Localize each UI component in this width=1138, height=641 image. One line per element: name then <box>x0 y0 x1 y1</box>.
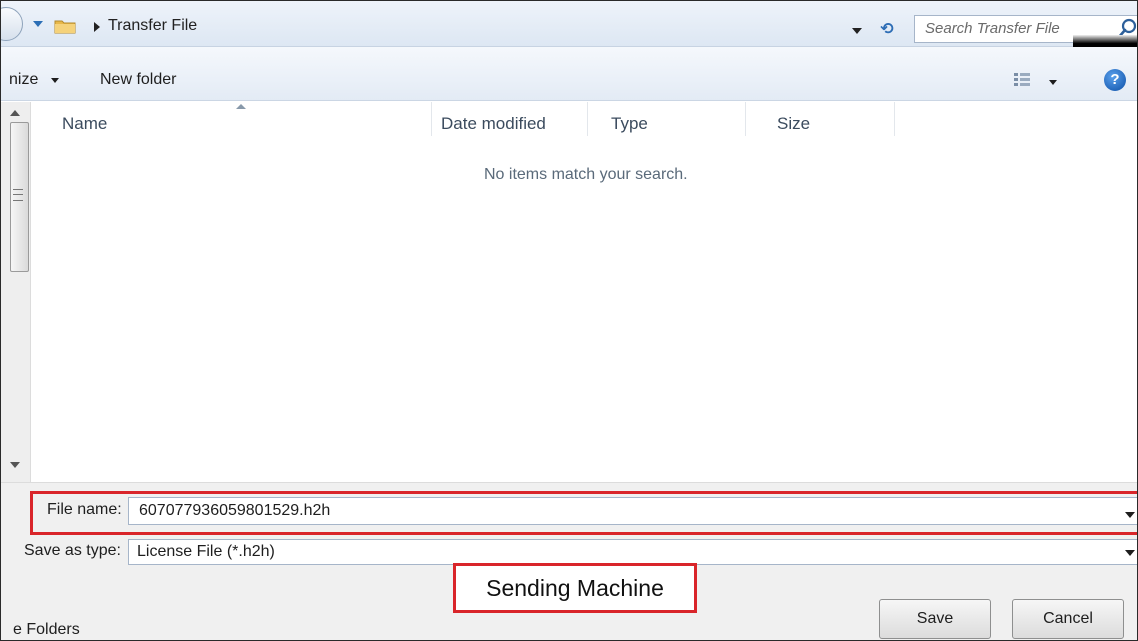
column-header-name[interactable]: Name <box>62 114 107 134</box>
breadcrumb[interactable]: Transfer File <box>46 15 906 39</box>
new-folder-button[interactable]: New folder <box>100 71 176 89</box>
file-list: Name Date modified Type Size No items ma… <box>1 102 1137 482</box>
breadcrumb-separator-icon <box>94 22 100 32</box>
chevron-down-icon[interactable] <box>1125 550 1135 556</box>
save-type-value: License File (*.h2h) <box>137 543 275 560</box>
column-divider[interactable] <box>894 102 895 136</box>
column-header-size[interactable]: Size <box>777 114 810 134</box>
organize-button[interactable]: nize <box>9 71 38 89</box>
scroll-up-icon[interactable] <box>10 110 20 116</box>
file-name-input[interactable] <box>139 502 1099 520</box>
save-options-panel: File name: Save as type: License File (*… <box>1 482 1137 640</box>
save-dialog: Transfer File ⟲ nize New folder ? <box>0 0 1138 641</box>
save-type-select[interactable]: License File (*.h2h) <box>128 539 1137 565</box>
column-header-type[interactable]: Type <box>611 114 648 134</box>
save-button[interactable]: Save <box>879 599 991 639</box>
address-dropdown-icon[interactable] <box>852 28 862 34</box>
address-bar: Transfer File ⟲ <box>1 1 1137 47</box>
column-divider[interactable] <box>431 102 432 136</box>
vertical-scrollbar[interactable] <box>1 102 31 482</box>
chevron-down-icon[interactable] <box>1125 512 1135 518</box>
chevron-down-icon[interactable] <box>1049 80 1057 85</box>
file-name-field[interactable] <box>128 497 1137 525</box>
recent-pages-icon[interactable] <box>33 21 43 27</box>
hide-folders-toggle[interactable]: e Folders <box>13 621 80 639</box>
save-type-label: Save as type: <box>24 542 121 559</box>
scroll-thumb[interactable] <box>10 122 29 272</box>
view-options-icon[interactable] <box>1014 73 1030 87</box>
back-arrow-icon[interactable] <box>1 7 23 41</box>
column-headers: Name Date modified Type Size <box>32 102 1137 142</box>
command-toolbar: nize New folder ? <box>1 47 1137 101</box>
sort-ascending-icon <box>236 104 246 109</box>
breadcrumb-item-transfer-file[interactable]: Transfer File <box>108 17 197 35</box>
chevron-down-icon[interactable] <box>51 78 59 83</box>
window-edge <box>1073 35 1137 47</box>
column-divider[interactable] <box>745 102 746 136</box>
empty-message: No items match your search. <box>484 166 688 183</box>
help-icon[interactable]: ? <box>1104 69 1126 91</box>
column-header-date-modified[interactable]: Date modified <box>441 114 546 134</box>
column-divider[interactable] <box>587 102 588 136</box>
scroll-down-icon[interactable] <box>10 462 20 468</box>
annotation-callout: Sending Machine <box>453 563 697 613</box>
grip-icon <box>13 189 23 201</box>
file-name-label: File name: <box>47 501 122 518</box>
cancel-button[interactable]: Cancel <box>1012 599 1124 639</box>
refresh-icon[interactable]: ⟲ <box>875 19 899 39</box>
folder-icon <box>54 20 76 34</box>
